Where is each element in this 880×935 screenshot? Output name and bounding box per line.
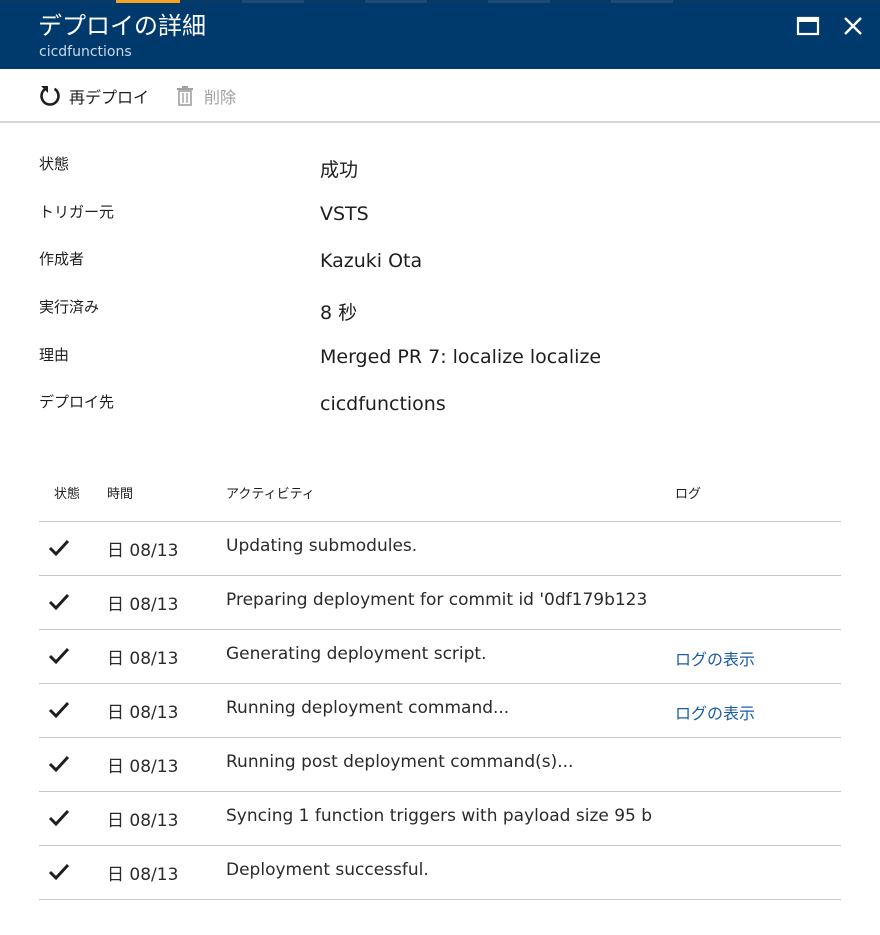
row-time: 日 08/13	[107, 757, 179, 777]
table-row: 日 08/13 Running post deployment command(…	[39, 738, 841, 792]
property-label: 状態	[39, 155, 70, 173]
row-activity: Syncing 1 function triggers with payload…	[226, 806, 653, 826]
close-icon	[844, 17, 862, 35]
table-row: 日 08/13 Preparing deployment for commit …	[39, 576, 841, 630]
property-label: 実行済み	[39, 298, 100, 316]
column-header-status: 状態	[54, 487, 81, 502]
property-value: cicdfunctions	[320, 393, 446, 415]
property-label: トリガー元	[39, 203, 115, 221]
row-activity: Running post deployment command(s)...	[226, 752, 574, 772]
table-row: 日 08/13 Syncing 1 function triggers with…	[39, 792, 841, 846]
property-row-author: 作成者 Kazuki Ota	[0, 248, 880, 278]
checkmark-icon	[48, 807, 70, 829]
property-label: 作成者	[39, 250, 85, 268]
row-activity: Updating submodules.	[226, 536, 418, 556]
blade-title: デプロイの詳細	[38, 12, 206, 40]
blade-subtitle: cicdfunctions	[39, 44, 132, 60]
row-time: 日 08/13	[107, 811, 179, 831]
view-log-link[interactable]: ログの表示	[675, 700, 755, 724]
checkmark-icon	[48, 753, 70, 775]
view-log-link[interactable]: ログの表示	[675, 646, 755, 670]
row-activity: Running deployment command...	[226, 698, 510, 718]
blade-header: デプロイの詳細 cicdfunctions	[0, 3, 880, 69]
command-bar: 再デプロイ 削除	[0, 69, 880, 123]
row-activity: Deployment successful.	[226, 860, 429, 880]
redeploy-button[interactable]: 再デプロイ	[37, 82, 149, 110]
table-row: 日 08/13 Generating deployment script. ログ…	[39, 630, 841, 684]
delete-button[interactable]: 削除	[172, 82, 236, 110]
checkmark-icon	[48, 645, 70, 667]
maximize-button[interactable]	[795, 13, 821, 39]
maximize-icon	[796, 16, 820, 36]
row-activity: Generating deployment script.	[226, 644, 487, 664]
property-label: デプロイ先	[39, 393, 115, 411]
checkmark-icon	[48, 591, 70, 613]
row-time: 日 08/13	[107, 541, 179, 561]
activity-table: 状態 時間 アクティビティ ログ 日 08/13 Updating submod…	[39, 474, 841, 900]
property-row-trigger: トリガー元 VSTS	[0, 201, 880, 231]
close-button[interactable]	[840, 13, 866, 39]
checkmark-icon	[48, 861, 70, 883]
row-activity: Preparing deployment for commit id '0df1…	[226, 590, 648, 610]
table-row: 日 08/13 Running deployment command... ログ…	[39, 684, 841, 738]
property-value: Merged PR 7: localize localize	[320, 346, 602, 368]
property-value: Kazuki Ota	[320, 250, 423, 272]
property-row-duration: 実行済み 8 秒	[0, 296, 880, 326]
table-header: 状態 時間 アクティビティ ログ	[39, 474, 841, 522]
table-row: 日 08/13 Deployment successful.	[39, 846, 841, 900]
refresh-icon	[37, 83, 63, 109]
row-time: 日 08/13	[107, 865, 179, 885]
column-header-activity: アクティビティ	[226, 487, 315, 502]
trash-icon	[172, 83, 198, 109]
column-header-log: ログ	[675, 487, 702, 502]
row-time: 日 08/13	[107, 595, 179, 615]
property-row-status: 状態 成功	[0, 153, 880, 183]
checkmark-icon	[48, 699, 70, 721]
row-time: 日 08/13	[107, 649, 179, 669]
property-row-reason: 理由 Merged PR 7: localize localize	[0, 344, 880, 374]
property-value: 成功	[320, 159, 359, 181]
table-row: 日 08/13 Updating submodules.	[39, 522, 841, 576]
property-label: 理由	[39, 346, 70, 364]
redeploy-label: 再デプロイ	[69, 88, 150, 107]
checkmark-icon	[48, 537, 70, 559]
property-value: VSTS	[320, 203, 369, 225]
row-time: 日 08/13	[107, 703, 179, 723]
property-row-target: デプロイ先 cicdfunctions	[0, 391, 880, 421]
column-header-time: 時間	[107, 487, 134, 502]
property-value: 8 秒	[320, 302, 358, 324]
delete-label: 削除	[204, 88, 237, 107]
